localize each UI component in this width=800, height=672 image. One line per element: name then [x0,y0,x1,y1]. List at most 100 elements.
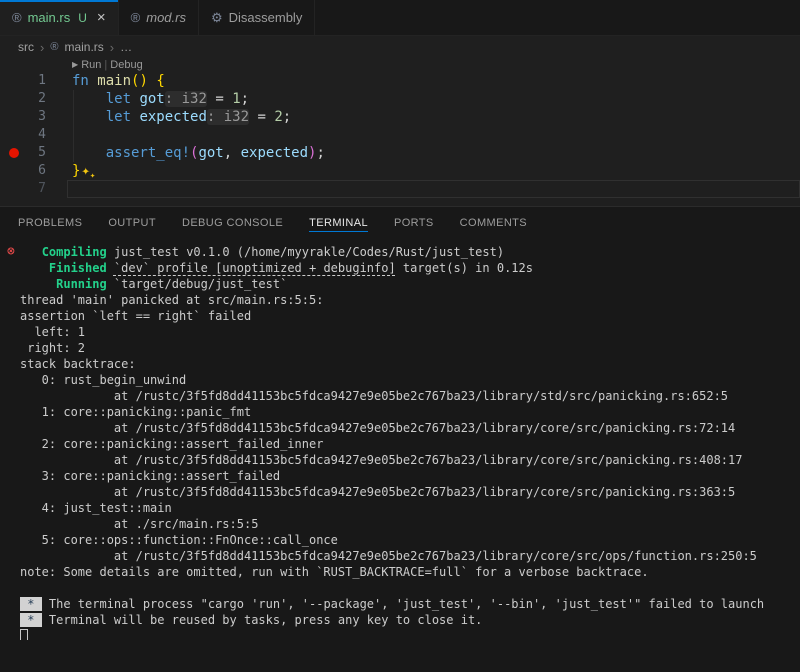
code-token: expected [139,109,206,125]
code-line: 5 assert_eq!(got, expected); [0,144,800,162]
terminal-segment: Finished [49,261,107,275]
chevron-right-icon: › [40,40,44,55]
code-line: 3 let expected: i32 = 2; [0,108,800,126]
sparkle-icon: ✦ [81,163,89,179]
breadcrumb-item-file[interactable]: main.rs [64,40,103,54]
terminal-segment: right: 2 [20,341,85,355]
line-number: 7 [0,180,46,198]
terminal-line: note: Some details are omitted, run with… [20,564,800,580]
terminal-segment: target(s) in 0.12s [396,261,533,275]
code-token: ; [241,91,249,107]
code-token [72,145,106,161]
terminal-segment: 0: rust_begin_unwind [20,373,186,387]
panel-tab-terminal[interactable]: TERMINAL [309,207,368,238]
terminal-segment: at /rustc/3f5fd8dd41153bc5fdca9427e9e05b… [20,421,735,435]
terminal-segment: note: Some details are omitted, run with… [20,565,649,579]
breakpoint-dot[interactable] [9,148,19,158]
close-icon[interactable]: × [97,10,106,25]
terminal-line: thread 'main' panicked at src/main.rs:5:… [20,292,800,308]
line-number: 5 [0,144,46,162]
terminal-segment: at ./src/main.rs:5:5 [20,517,258,531]
tab-main-rs[interactable]: ® main.rs U × [0,0,119,35]
editor-tab-bar: ® main.rs U × ® mod.rs ⚙ Disassembly [0,0,800,36]
code-token [72,91,106,107]
breadcrumb-item-symbol[interactable]: … [120,40,132,54]
terminal-line: 0: rust_begin_unwind [20,372,800,388]
codelens-separator: | [101,59,110,71]
line-number: 2 [0,90,46,108]
panel-tab-problems[interactable]: PROBLEMS [18,207,82,238]
code-line: 6 }✦✦ [0,162,800,180]
code-token: main [97,73,131,89]
terminal-segment: Terminal will be reused by tasks, press … [42,613,483,627]
terminal-cursor [20,629,28,640]
terminal-line: at /rustc/3f5fd8dd41153bc5fdca9427e9e05b… [20,484,800,500]
code-token: , [224,145,241,161]
terminal-segment: 1: core::panicking::panic_fmt [20,405,251,419]
breadcrumb-item-src[interactable]: src [18,40,34,54]
tab-mod-rs[interactable]: ® mod.rs [119,0,199,35]
line-number: 1 [0,72,46,90]
breadcrumb: src › ® main.rs › … [0,36,800,58]
code-token: expected [241,145,308,161]
panel-tab-comments[interactable]: COMMENTS [460,207,527,238]
codelens-run-link[interactable]: Run [81,59,101,71]
rust-file-icon: ® [50,41,58,53]
run-play-icon: ▶ [72,60,78,69]
code-line-text: let expected: i32 = 2; [72,108,291,126]
tab-label: Disassembly [229,10,303,25]
terminal-line: at ./src/main.rs:5:5 [20,516,800,532]
code-line-text: fn main() { [72,72,165,90]
code-line-text: assert_eq!(got, expected); [72,144,325,162]
terminal-line: at /rustc/3f5fd8dd41153bc5fdca9427e9e05b… [20,452,800,468]
panel-tab-ports[interactable]: PORTS [394,207,434,238]
code-token: = [249,109,274,125]
terminal-segment: `dev` profile [unoptimized + debuginfo] [114,261,396,275]
terminal-segment: 4: just_test::main [20,501,172,515]
terminal-segment: Compiling [42,245,107,259]
terminal-line [20,580,800,596]
terminal-line: left: 1 [20,324,800,340]
current-line-highlight [67,180,800,198]
panel-tab-debug-console[interactable]: DEBUG CONSOLE [182,207,283,238]
line-number: 6 [0,162,46,180]
code-token: ; [316,145,324,161]
terminal-line: at /rustc/3f5fd8dd41153bc5fdca9427e9e05b… [20,420,800,436]
terminal-segment: * [20,597,42,611]
code-token: 1 [232,91,240,107]
terminal-segment: The terminal process "cargo 'run', '--pa… [42,597,764,611]
chevron-right-icon: › [110,40,114,55]
terminal-line: right: 2 [20,340,800,356]
terminal-segment: Running [56,277,107,291]
line-number: 4 [0,126,46,144]
terminal-segment: 3: core::panicking::assert_failed [20,469,280,483]
terminal-segment: at /rustc/3f5fd8dd41153bc5fdca9427e9e05b… [20,485,735,499]
code-token [72,109,106,125]
codelens: ▶ Run|Debug [72,58,800,72]
tab-label: mod.rs [146,10,186,25]
terminal-segment: at /rustc/3f5fd8dd41153bc5fdca9427e9e05b… [20,549,757,563]
gear-icon: ⚙ [211,10,223,26]
code-editor[interactable]: ▶ Run|Debug 1fn main() {2 let got: i32 =… [0,58,800,206]
sparkle-icon: ✦ [90,171,95,181]
terminal-segment: * [20,613,42,627]
terminal-segment: left: 1 [20,325,85,339]
code-line: 7 [0,180,800,198]
tab-disassembly[interactable]: ⚙ Disassembly [199,0,315,35]
terminal-segment: assertion `left == right` failed [20,309,251,323]
code-token: fn [72,73,89,89]
terminal-line: 4: just_test::main [20,500,800,516]
command-failed-icon: ⊗ [7,245,15,258]
terminal-segment [20,261,49,275]
code-line-text: }✦✦ [72,162,95,180]
panel-tab-output[interactable]: OUTPUT [108,207,156,238]
vscode-window: ® main.rs U × ® mod.rs ⚙ Disassembly src… [0,0,800,672]
code-token: () [131,73,148,89]
code-line: 2 let got: i32 = 1; [0,90,800,108]
terminal-line: at /rustc/3f5fd8dd41153bc5fdca9427e9e05b… [20,388,800,404]
code-line-text: let got: i32 = 1; [72,90,249,108]
terminal-output[interactable]: ⊗ Compiling just_test v0.1.0 (/home/myyr… [0,238,800,640]
terminal-lines: Compiling just_test v0.1.0 (/home/myyrak… [20,244,800,640]
codelens-debug-link[interactable]: Debug [110,59,142,71]
code-token: = [207,91,232,107]
